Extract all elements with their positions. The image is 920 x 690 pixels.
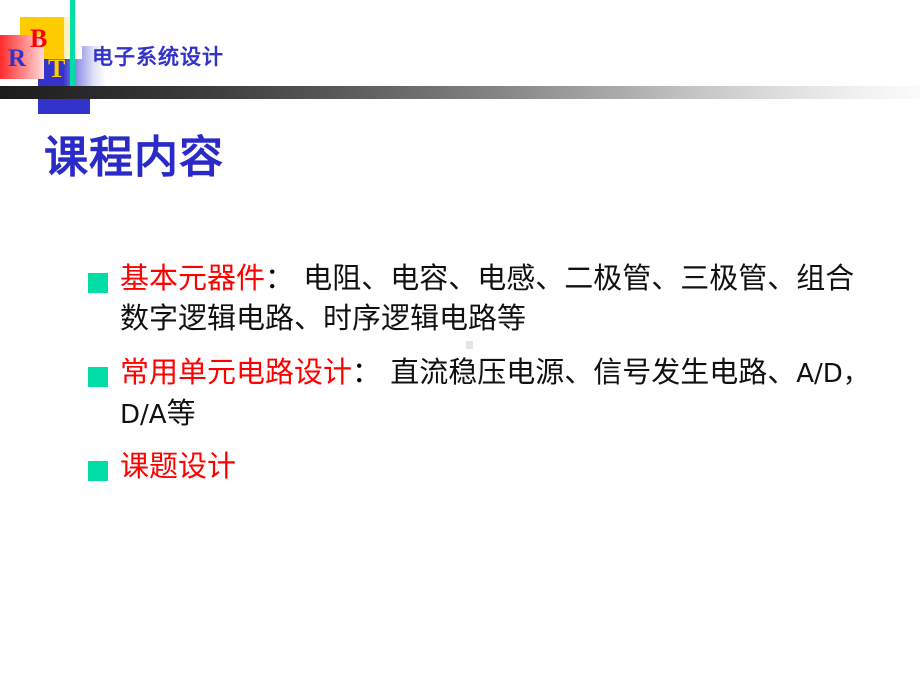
list-item-heading: 课题设计 — [120, 448, 237, 483]
list-item-heading: 常用单元电路设计 — [120, 355, 353, 390]
green-accent-line — [70, 0, 75, 98]
slide-header: B R T 电子系统设计 — [0, 0, 920, 115]
header-title: 电子系统设计 — [92, 45, 224, 69]
logo-letter-b: B — [30, 24, 48, 53]
header-gradient-bar — [0, 86, 920, 99]
logo-letter-r: R — [8, 45, 27, 72]
list-item-separator: ： — [352, 355, 382, 390]
render-artifact-dot — [466, 341, 473, 349]
list-item-detail-part2: 等 — [166, 395, 196, 430]
page-title: 课程内容 — [44, 132, 224, 183]
bullet-square-icon — [88, 460, 108, 481]
list-item-text: 基本元器件： 电阻、电容、电感、二极管、三极管、组合数字逻辑电路、时序逻辑电路等 — [120, 258, 876, 338]
list-item: 基本元器件： 电阻、电容、电感、二极管、三极管、组合数字逻辑电路、时序逻辑电路等 — [86, 258, 876, 338]
list-item-heading: 基本元器件 — [120, 261, 266, 295]
content-list: 基本元器件： 电阻、电容、电感、二极管、三极管、组合数字逻辑电路、时序逻辑电路等… — [86, 258, 876, 488]
list-item: 课题设计 — [86, 446, 876, 486]
list-item-separator: ： — [265, 261, 295, 295]
list-item-detail-part1: 直流稳压电源、信号发生电路、 — [381, 355, 797, 390]
slide-canvas: B R T 电子系统设计 课程内容 基本元器件： 电阻、电容、电感、二极管、三极… — [0, 0, 920, 690]
bullet-square-icon — [88, 273, 108, 293]
list-item: 常用单元电路设计： 直流稳压电源、信号发生电路、A/D，D/A等 — [86, 352, 876, 434]
logo-letter-t: T — [48, 54, 66, 83]
list-item-text: 课题设计 — [120, 446, 876, 486]
bullet-square-icon — [88, 367, 108, 388]
list-item-text: 常用单元电路设计： 直流稳压电源、信号发生电路、A/D，D/A等 — [120, 352, 876, 434]
